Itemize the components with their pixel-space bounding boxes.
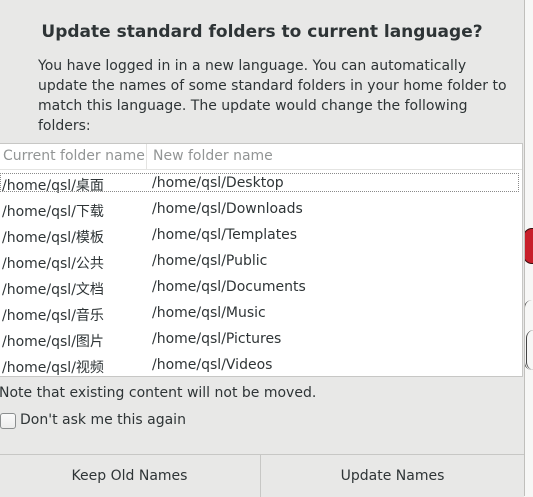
new-folder-cell: /home/qsl/Public — [152, 253, 268, 269]
table-body: /home/qsl/桌面/home/qsl/Desktop/home/qsl/下… — [0, 170, 522, 378]
dialog-title: Update standard folders to current langu… — [41, 22, 483, 42]
new-folder-cell: /home/qsl/Documents — [152, 279, 306, 295]
dont-ask-again-label[interactable]: Don't ask me this again — [20, 412, 186, 428]
table-row[interactable]: /home/qsl/文档/home/qsl/Documents — [0, 274, 522, 300]
button-bar: Keep Old Names Update Names — [0, 454, 524, 497]
update-names-button[interactable]: Update Names — [261, 455, 524, 497]
column-divider — [146, 144, 147, 169]
new-folder-cell: /home/qsl/Pictures — [152, 331, 282, 347]
new-folder-cell: /home/qsl/Videos — [152, 357, 273, 373]
note-text: Note that existing content will not be m… — [0, 385, 317, 401]
table-row[interactable]: /home/qsl/公共/home/qsl/Public — [0, 248, 522, 274]
table-row[interactable]: /home/qsl/下载/home/qsl/Downloads — [0, 196, 522, 222]
dialog-description: You have logged in in a new language. Yo… — [38, 58, 507, 134]
column-header-new[interactable]: New folder name — [153, 148, 273, 164]
folders-table: Current folder name New folder name /hom… — [0, 143, 523, 377]
update-folders-dialog: Update standard folders to current langu… — [0, 0, 525, 497]
wallpaper-outline-shape — [526, 330, 533, 370]
dont-ask-again-checkbox[interactable] — [0, 413, 16, 429]
new-folder-cell: /home/qsl/Desktop — [152, 175, 284, 191]
current-folder-cell: /home/qsl/视频 — [2, 360, 104, 376]
table-row[interactable]: /home/qsl/音乐/home/qsl/Music — [0, 300, 522, 326]
current-folder-cell: /home/qsl/图片 — [2, 334, 104, 350]
table-row[interactable]: /home/qsl/模板/home/qsl/Templates — [0, 222, 522, 248]
new-folder-cell: /home/qsl/Templates — [152, 227, 298, 243]
current-folder-cell: /home/qsl/音乐 — [2, 308, 104, 324]
table-row[interactable]: /home/qsl/视频/home/qsl/Videos — [0, 352, 522, 378]
keep-old-names-button[interactable]: Keep Old Names — [0, 455, 261, 497]
current-folder-cell: /home/qsl/公共 — [2, 256, 104, 272]
new-folder-cell: /home/qsl/Downloads — [152, 201, 303, 217]
current-folder-cell: /home/qsl/模板 — [2, 230, 104, 246]
table-row[interactable]: /home/qsl/桌面/home/qsl/Desktop — [0, 170, 522, 196]
column-header-current[interactable]: Current folder name — [3, 148, 145, 164]
current-folder-cell: /home/qsl/桌面 — [2, 178, 104, 194]
current-folder-cell: /home/qsl/下载 — [2, 204, 104, 220]
current-folder-cell: /home/qsl/文档 — [2, 282, 104, 298]
table-header: Current folder name New folder name — [0, 144, 522, 170]
new-folder-cell: /home/qsl/Music — [152, 305, 266, 321]
table-row[interactable]: /home/qsl/图片/home/qsl/Pictures — [0, 326, 522, 352]
